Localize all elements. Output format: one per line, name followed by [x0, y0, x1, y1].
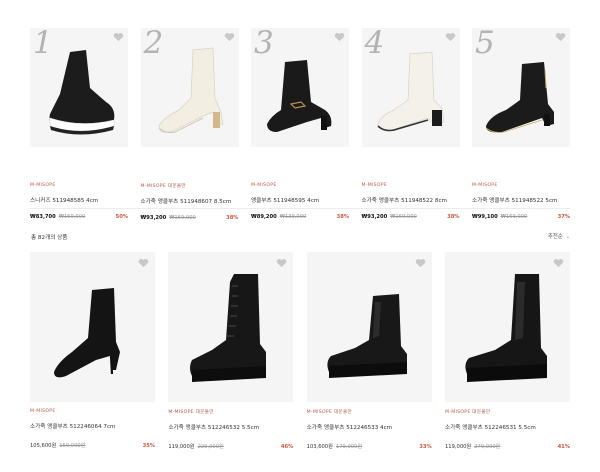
product-image[interactable]: 3 — [251, 28, 349, 147]
original-price: 279,000원 — [474, 444, 501, 450]
price-line: 119,000원 229,000원 46% — [168, 443, 293, 450]
product-name[interactable]: 소가죽 앵클부츠 511948522 8cm — [362, 196, 460, 204]
product-name[interactable]: 소가죽 앵클부츠 512246533 4cm — [307, 423, 432, 431]
price-line: ₩99,100 ₩169,000 37% — [472, 214, 570, 220]
brand-label: M-MISOPE 대문몰만 — [306, 410, 353, 415]
rank-number: 2 — [143, 28, 164, 61]
product-image[interactable] — [306, 252, 432, 402]
sale-price: 119,000원 — [444, 444, 472, 450]
product-image[interactable] — [168, 252, 294, 402]
brand-label: M-MISOPE — [361, 183, 388, 188]
product-card[interactable]: M-MISOPE 대문몰만 소가죽 앵클부츠 512246532 5.5cm 1… — [168, 252, 294, 450]
product-image[interactable]: 5 — [472, 28, 570, 147]
sale-price: ₩99,100 — [472, 214, 498, 220]
brand-label: M-MISOPE 대문몰만 — [444, 410, 491, 415]
heart-icon[interactable] — [276, 258, 287, 268]
original-price: ₩169,000 — [500, 214, 528, 220]
original-price: ₩169,000 — [169, 215, 196, 221]
heart-icon[interactable] — [138, 258, 149, 268]
price-line: 105,600원 159,000원 35% — [30, 442, 155, 449]
sale-price: ₩83,700 — [30, 214, 56, 220]
product-card[interactable]: 2 M-MISOPE 대문몰만 소가죽 앵클부츠 511948607 8.5cm… — [140, 28, 239, 221]
product-card[interactable]: 4 M-MISOPE 소가죽 앵클부츠 511948522 8cm ₩93,20… — [361, 28, 460, 221]
rank-number: 4 — [364, 28, 385, 61]
product-card[interactable]: 5 M-MISOPE 소가죽 앵클부츠 511948522 5cm ₩99,10… — [472, 28, 570, 221]
product-card[interactable]: M-MISOPE 대문몰만 소가죽 앵클부츠 512246531 5.5cm 1… — [444, 252, 570, 450]
sale-price: 105,600원 — [30, 443, 57, 449]
product-card[interactable]: M-MISOPE 대문몰만 소가죽 앵클부츠 512246533 4cm 103… — [306, 252, 432, 450]
product-name[interactable]: 소가죽 앵클부츠 512246064 7cm — [30, 422, 155, 430]
original-price: 159,000원 — [59, 443, 86, 449]
heart-icon[interactable] — [224, 32, 235, 42]
product-card[interactable]: 3 M-MISOPE 앵클부츠 511948595 4cm ₩89,200 ₩1… — [251, 28, 349, 221]
price-line: ₩83,700 ₩169,000 50% — [30, 214, 128, 220]
product-image[interactable]: 2 — [140, 28, 239, 147]
brand-label: M-MISOPE — [251, 183, 277, 188]
sale-price: 119,000원 — [168, 444, 195, 450]
product-image[interactable] — [30, 252, 155, 402]
black-lace-up-combat-boot-image — [190, 274, 267, 382]
product-card[interactable]: M-MISOPE 소가죽 앵클부츠 512246064 7cm 105,600원… — [30, 252, 155, 450]
original-price: ₩169,000 — [390, 214, 417, 220]
brand-label: M-MISOPE — [30, 183, 56, 188]
rank-number: 5 — [475, 28, 495, 61]
original-price: 179,000원 — [335, 444, 363, 450]
product-grid: M-MISOPE 소가죽 앵클부츠 512246064 7cm 105,600원… — [30, 252, 570, 450]
brand-label: M-MISOPE 대문몰만 — [140, 184, 186, 189]
product-name[interactable]: 소가죽 앵클부츠 512246531 5.5cm — [445, 423, 570, 431]
heart-icon[interactable] — [553, 258, 564, 268]
brand-label: M-MISOPE — [472, 183, 498, 188]
sale-price: ₩93,200 — [361, 214, 388, 220]
product-name[interactable]: 소가죽 앵클부츠 512246532 5.5cm — [168, 423, 293, 431]
product-name[interactable]: 스니커즈 511948585 4cm — [30, 196, 128, 204]
discount-rate: 33% — [419, 444, 432, 450]
rank-number: 1 — [33, 28, 53, 61]
product-image[interactable]: 1 — [30, 28, 128, 147]
heart-icon[interactable] — [555, 32, 566, 42]
discount-rate: 50% — [115, 214, 128, 220]
discount-rate: 38% — [336, 214, 349, 220]
section-divider — [30, 208, 570, 209]
original-price: ₩169,000 — [58, 214, 86, 220]
discount-rate: 38% — [447, 214, 460, 220]
price-line: ₩93,200 ₩169,000 38% — [141, 215, 239, 221]
product-image[interactable]: 4 — [361, 28, 460, 147]
sale-price: ₩89,200 — [251, 214, 277, 220]
black-suede-stiletto-boot-image — [54, 288, 120, 378]
product-name[interactable]: 소가죽 앵클부츠 511948607 8.5cm — [141, 197, 239, 205]
heart-icon[interactable] — [113, 32, 124, 42]
black-chelsea-boot-short-image — [327, 294, 407, 378]
price-line: ₩93,200 ₩169,000 38% — [362, 214, 460, 220]
discount-rate: 38% — [226, 215, 239, 221]
rank-number: 3 — [254, 28, 274, 61]
discount-rate: 37% — [557, 214, 570, 220]
price-line: 103,600원 179,000원 33% — [307, 443, 432, 450]
brand-label: M-MISOPE 대문몰만 — [168, 410, 214, 415]
ranking-row: 1 M-MISOPE 스니커즈 511948585 4cm ₩83,700 ₩1… — [30, 28, 570, 221]
sale-price: ₩93,200 — [140, 215, 167, 221]
discount-rate: 35% — [142, 443, 155, 449]
sort-label: 추천순 — [547, 234, 563, 240]
product-name[interactable]: 소가죽 앵클부츠 511948522 5cm — [472, 196, 570, 204]
black-chelsea-boot-tall-image — [465, 274, 547, 382]
product-name[interactable]: 앵클부츠 511948595 4cm — [251, 196, 349, 204]
heart-icon[interactable] — [445, 32, 456, 42]
price-line: 119,000원 279,000원 41% — [445, 443, 570, 450]
original-price: ₩139,000 — [279, 214, 307, 220]
brand-label: M-MISOPE — [30, 409, 56, 414]
product-card[interactable]: 1 M-MISOPE 스니커즈 511948585 4cm ₩83,700 ₩1… — [30, 28, 128, 221]
heart-icon[interactable] — [415, 258, 426, 268]
chevron-down-icon: ⌄ — [565, 234, 570, 240]
sale-price: 103,600원 — [306, 444, 333, 450]
product-count: 총 82개의 상품 — [31, 235, 68, 241]
price-line: ₩89,200 ₩139,000 38% — [251, 214, 349, 220]
discount-rate: 46% — [280, 444, 294, 450]
original-price: 229,000원 — [197, 444, 224, 450]
discount-rate: 41% — [557, 444, 570, 450]
sort-dropdown[interactable]: 추천순 ⌄ — [548, 232, 570, 240]
product-image[interactable] — [444, 252, 570, 402]
heart-icon[interactable] — [334, 32, 345, 42]
